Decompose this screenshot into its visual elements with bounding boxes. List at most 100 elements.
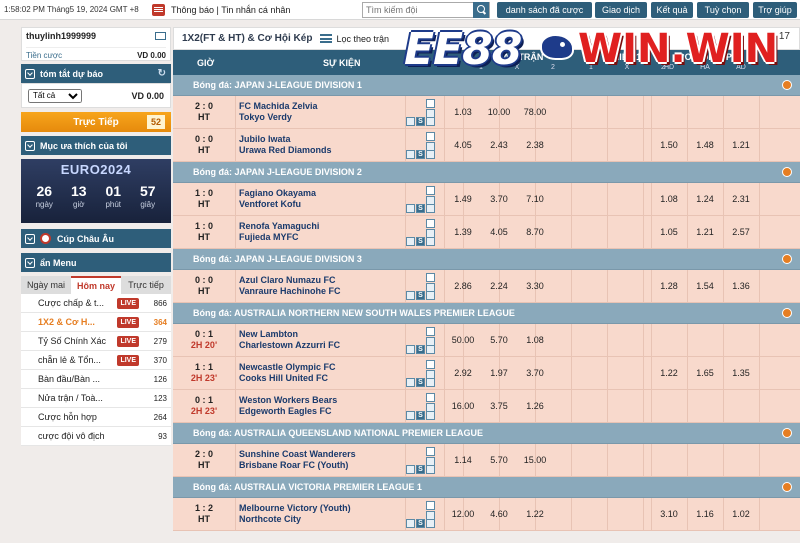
results-button[interactable]: Kết quả — [651, 2, 693, 18]
league-header[interactable]: Bóng đá: JAPAN J-LEAGUE DIVISION 2 — [173, 162, 800, 183]
field-icon[interactable] — [426, 519, 435, 528]
live-button[interactable]: Trực Tiếp 52 — [21, 112, 171, 132]
field-icon[interactable] — [426, 345, 435, 354]
odds-dc-ha[interactable]: 1.16 — [687, 509, 723, 519]
tv-icon[interactable] — [426, 273, 435, 282]
s-badge-icon[interactable]: S — [416, 378, 425, 387]
odds-ft-1[interactable]: 1.14 — [445, 455, 481, 465]
odds-ft-x[interactable]: 5.70 — [481, 455, 517, 465]
tv-icon[interactable] — [426, 219, 435, 228]
chart-icon[interactable] — [406, 204, 415, 213]
league-header[interactable]: Bóng đá: AUSTRALIA QUEENSLAND NATIONAL P… — [173, 423, 800, 444]
odds-dc-hd[interactable]: 1.08 — [651, 194, 687, 204]
mail-icon[interactable] — [155, 32, 166, 40]
home-team[interactable]: Renofa Yamaguchi — [239, 221, 319, 232]
odds-ft-x[interactable]: 5.70 — [481, 335, 517, 345]
s-badge-icon[interactable]: S — [416, 237, 425, 246]
tv-icon[interactable] — [426, 186, 435, 195]
away-team[interactable]: Vanraure Hachinohe FC — [239, 286, 341, 297]
odds-dc-ha[interactable]: 1.54 — [687, 281, 723, 291]
away-team[interactable]: Urawa Red Diamonds — [239, 145, 332, 156]
away-team[interactable]: Ventforet Kofu — [239, 199, 316, 210]
collapse-icon[interactable] — [782, 482, 792, 492]
field-icon[interactable] — [426, 237, 435, 246]
s-badge-icon[interactable]: S — [416, 411, 425, 420]
league-header[interactable]: Bóng đá: AUSTRALIA VICTORIA PREMIER LEAG… — [173, 477, 800, 498]
chart-icon[interactable] — [406, 345, 415, 354]
odds-dc-ha[interactable]: 1.21 — [687, 227, 723, 237]
home-team[interactable]: Newcastle Olympic FC — [239, 362, 336, 373]
sidebar-item[interactable]: cược đội vô địch 93 — [21, 427, 171, 446]
s-badge-icon[interactable]: S — [416, 291, 425, 300]
home-team[interactable]: FC Machida Zelvia — [239, 101, 318, 112]
odds-dc-ad[interactable]: 1.02 — [723, 509, 759, 519]
odds-ft-1[interactable]: 50.00 — [445, 335, 481, 345]
help-button[interactable]: Trợ giúp — [753, 2, 797, 18]
chart-icon[interactable] — [406, 237, 415, 246]
s-badge-icon[interactable]: S — [416, 345, 425, 354]
away-team[interactable]: Tokyo Verdy — [239, 112, 318, 123]
options-button[interactable]: Tuỳ chọn — [697, 2, 749, 18]
odds-ft-2[interactable]: 78.00 — [517, 107, 553, 117]
page-number[interactable]: 17 — [779, 31, 790, 42]
sidebar-item[interactable]: Bàn đầu/Bàn ... 126 — [21, 370, 171, 389]
odds-ft-2[interactable]: 2.38 — [517, 140, 553, 150]
odds-ft-x[interactable]: 1.97 — [481, 368, 517, 378]
collapse-icon[interactable] — [782, 428, 792, 438]
odds-ft-2[interactable]: 7.10 — [517, 194, 553, 204]
s-badge-icon[interactable]: S — [416, 204, 425, 213]
sidebar-item[interactable]: Nửa trận / Toà... 123 — [21, 389, 171, 408]
tv-icon[interactable] — [426, 132, 435, 141]
home-team[interactable]: Weston Workers Bears — [239, 395, 337, 406]
chart-icon[interactable] — [406, 117, 415, 126]
odds-ft-x[interactable]: 10.00 — [481, 107, 517, 117]
field-icon[interactable] — [426, 204, 435, 213]
odds-ft-2[interactable]: 1.08 — [517, 335, 553, 345]
odds-dc-ad[interactable]: 1.36 — [723, 281, 759, 291]
search-box[interactable] — [362, 2, 490, 18]
away-team[interactable]: Charlestown Azzurri FC — [239, 340, 340, 351]
collapse-icon[interactable] — [782, 80, 792, 90]
odds-dc-ad[interactable]: 2.57 — [723, 227, 759, 237]
bet-list-button[interactable]: danh sách đã cược — [497, 2, 592, 18]
chart-icon[interactable] — [406, 150, 415, 159]
s-badge-icon[interactable]: S — [416, 150, 425, 159]
chart-icon[interactable] — [406, 411, 415, 420]
home-team[interactable]: Jubilo Iwata — [239, 134, 332, 145]
chart-icon[interactable] — [406, 378, 415, 387]
odds-ft-1[interactable]: 16.00 — [445, 401, 481, 411]
s-badge-icon[interactable]: S — [416, 465, 425, 474]
tab-today[interactable]: Hôm nay — [71, 276, 121, 294]
field-icon[interactable] — [426, 117, 435, 126]
field-icon[interactable] — [426, 411, 435, 420]
search-icon[interactable] — [473, 2, 489, 18]
odds-dc-ad[interactable]: 2.31 — [723, 194, 759, 204]
odds-ft-2[interactable]: 15.00 — [517, 455, 553, 465]
collapse-icon[interactable] — [782, 254, 792, 264]
home-team[interactable]: Fagiano Okayama — [239, 188, 316, 199]
odds-dc-hd[interactable]: 1.05 — [651, 227, 687, 237]
odds-ft-2[interactable]: 1.26 — [517, 401, 553, 411]
home-team[interactable]: New Lambton — [239, 329, 340, 340]
sidebar-item[interactable]: Tỷ Số Chính Xác LIVE 279 — [21, 332, 171, 351]
field-icon[interactable] — [426, 378, 435, 387]
odds-ft-1[interactable]: 4.05 — [445, 140, 481, 150]
odds-ft-2[interactable]: 1.22 — [517, 509, 553, 519]
home-team[interactable]: Azul Claro Numazu FC — [239, 275, 341, 286]
filter-button[interactable]: Lọc theo trận — [320, 34, 389, 44]
refresh-icon[interactable]: ↻ — [158, 68, 166, 79]
odds-ft-1[interactable]: 12.00 — [445, 509, 481, 519]
odds-dc-hd[interactable]: 1.28 — [651, 281, 687, 291]
field-icon[interactable] — [426, 465, 435, 474]
message-icon[interactable] — [152, 3, 165, 16]
sidebar-item[interactable]: chẵn lẻ & Tổn... LIVE 370 — [21, 351, 171, 370]
odds-ft-x[interactable]: 3.75 — [481, 401, 517, 411]
odds-ft-x[interactable]: 4.05 — [481, 227, 517, 237]
sidebar-item[interactable]: Cược chấp & t... LIVE 866 — [21, 294, 171, 313]
collapse-icon[interactable] — [782, 167, 792, 177]
odds-dc-ha[interactable]: 1.24 — [687, 194, 723, 204]
menu-toggle[interactable]: ẩn Menu — [21, 253, 171, 272]
bet-summary-header[interactable]: tóm tắt dự báo ↻ — [21, 64, 171, 83]
tab-live[interactable]: Trực tiếp — [121, 276, 171, 294]
username[interactable]: thuylinh1999999 — [26, 31, 96, 41]
